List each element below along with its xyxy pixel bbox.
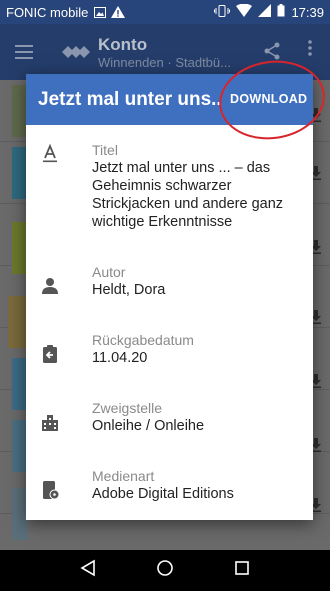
detail-label: Medienart xyxy=(92,468,155,484)
home-icon[interactable] xyxy=(156,559,174,582)
signal-icon xyxy=(258,4,272,20)
detail-label: Zweigstelle xyxy=(92,400,163,416)
text-format-icon xyxy=(43,144,57,163)
download-button[interactable]: DOWNLOAD xyxy=(230,92,307,106)
detail-label: Titel xyxy=(92,142,118,158)
battery-icon xyxy=(277,4,285,20)
detail-label: Rückgabedatum xyxy=(92,332,194,348)
media-type-icon xyxy=(43,481,60,500)
toolbar-title: Konto xyxy=(98,34,148,54)
detail-value: Onleihe / Onleihe xyxy=(92,418,205,434)
media-detail-dialog: Jetzt mal unter uns... DOWNLOAD Titel Je… xyxy=(26,74,313,520)
warning-icon xyxy=(111,6,126,18)
building-icon xyxy=(42,415,58,431)
vibrate-icon xyxy=(214,4,231,20)
detail-label: Autor xyxy=(92,264,126,280)
dialog-title: Jetzt mal unter uns... xyxy=(38,88,223,110)
image-notification-icon xyxy=(94,6,107,18)
detail-value: Adobe Digital Editions xyxy=(92,486,234,502)
assignment-return-icon xyxy=(43,345,57,363)
back-icon[interactable] xyxy=(80,559,96,582)
carrier-name: FONIC mobile xyxy=(6,4,89,20)
dialog-header: Jetzt mal unter uns... DOWNLOAD xyxy=(26,74,313,125)
detail-value: Heldt, Dora xyxy=(92,282,166,298)
toolbar-subtitle: Winnenden · Stadtbü... xyxy=(98,54,231,70)
wifi-icon xyxy=(236,3,253,20)
status-bar: FONIC mobile 17:39 xyxy=(0,0,330,24)
navigation-bar xyxy=(0,550,330,591)
share-icon[interactable] xyxy=(264,42,280,65)
person-icon xyxy=(42,278,58,294)
more-options-icon[interactable] xyxy=(308,40,312,61)
toolbar-titles: Konto Winnenden · Stadtbü... xyxy=(98,35,231,70)
app-toolbar: Konto Winnenden · Stadtbü... xyxy=(0,24,330,80)
library-logo-icon xyxy=(60,40,90,64)
recents-icon[interactable] xyxy=(234,560,250,581)
detail-value: 11.04.20 xyxy=(92,350,148,366)
detail-value: Jetzt mal unter uns ... – das Geheimnis … xyxy=(92,160,284,230)
menu-icon[interactable] xyxy=(8,36,40,68)
clock-time: 17:39 xyxy=(291,4,324,20)
